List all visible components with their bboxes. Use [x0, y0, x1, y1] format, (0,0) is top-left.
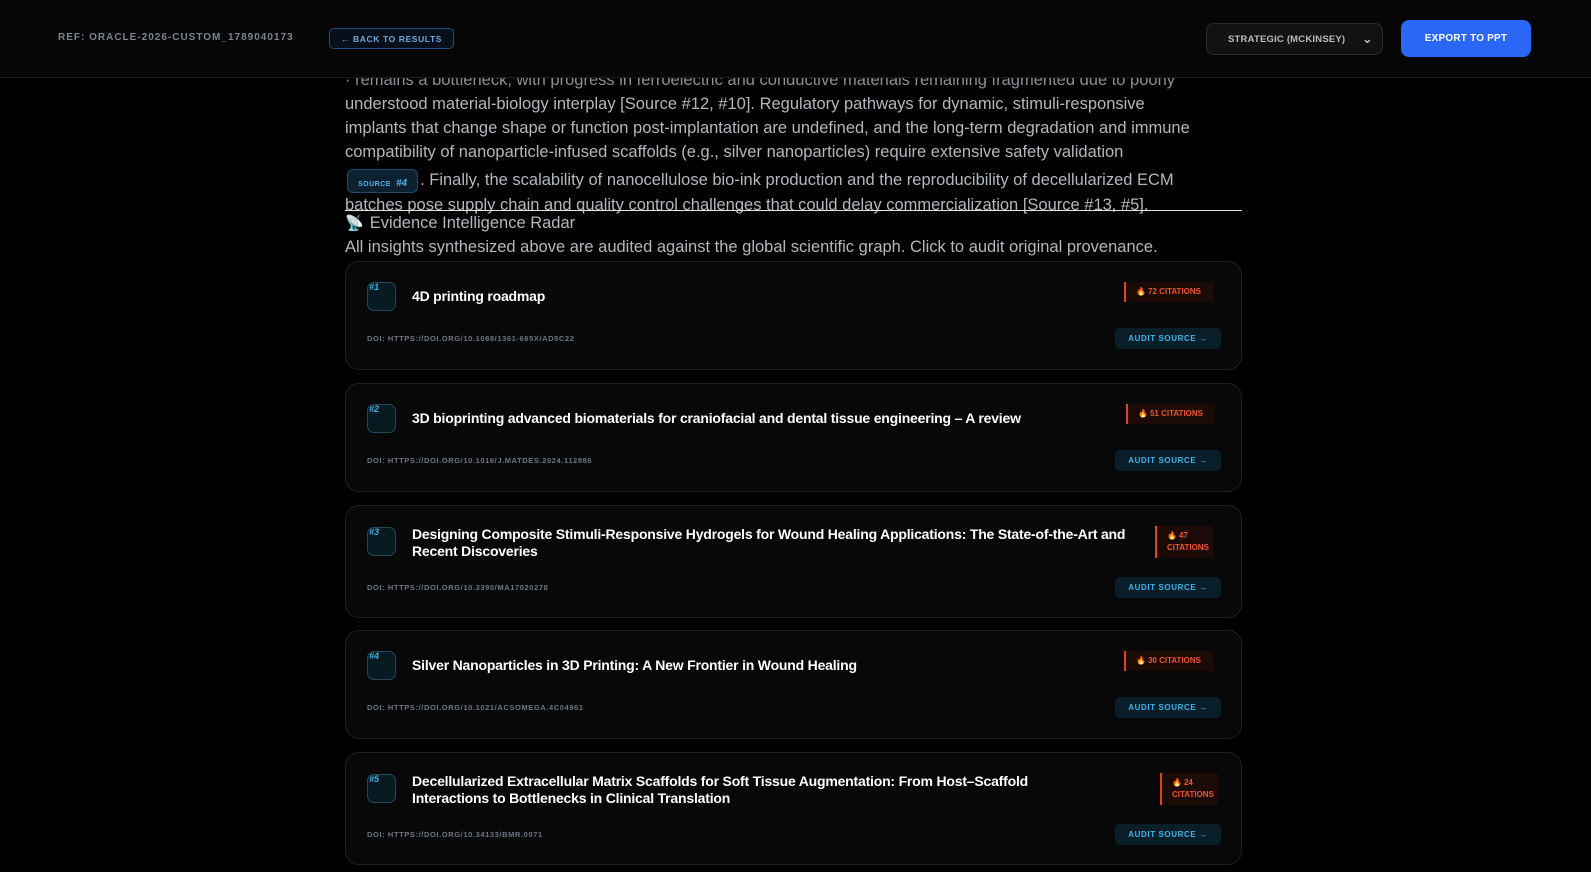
- fire-icon: 🔥: [1167, 531, 1177, 540]
- radar-subtitle: All insights synthesized above are audit…: [345, 238, 1158, 256]
- source-card[interactable]: #4 Silver Nanoparticles in 3D Printing: …: [345, 630, 1242, 739]
- report-line: compatibility of nanoparticle-infused sc…: [345, 143, 1124, 161]
- source-card[interactable]: #5 Decellularized Extracellular Matrix S…: [345, 752, 1242, 865]
- source-title: Decellularized Extracellular Matrix Scaf…: [412, 773, 1028, 806]
- source-citation-chip[interactable]: SOURCE #4: [347, 168, 419, 193]
- report-line: understood material-biology interplay [S…: [345, 95, 1145, 113]
- satellite-dish-icon: 📡: [345, 215, 364, 232]
- source-title: 4D printing roadmap: [412, 288, 546, 304]
- source-chip-number: #4: [395, 177, 408, 189]
- source-doi: DOI: HTTPS://DOI.ORG/10.34133/BMR.0071: [367, 830, 543, 839]
- citation-badge: 🔥 30 CITATIONS: [1123, 651, 1213, 671]
- report-ref-id: REF: ORACLE-2026-CUSTOM_1789040173: [58, 32, 294, 43]
- fire-icon: 🔥: [1135, 287, 1146, 296]
- source-chip-label: SOURCE: [358, 180, 391, 188]
- rank-number: #3: [369, 527, 380, 537]
- export-to-ppt-button[interactable]: EXPORT TO PPT: [1401, 20, 1531, 57]
- source-card[interactable]: #1 4D printing roadmap 🔥 72 CITATIONS DOI…: [345, 261, 1242, 370]
- source-card[interactable]: #3 Designing Composite Stimuli-Responsiv…: [345, 505, 1242, 618]
- source-card[interactable]: #2 3D bioprinting advanced biomaterials …: [345, 383, 1242, 492]
- section-divider: [345, 210, 1242, 211]
- audit-source-button[interactable]: AUDIT SOURCE →: [1115, 328, 1221, 349]
- citation-count: 51 CITATIONS: [1149, 409, 1203, 418]
- rank-badge: #4: [367, 651, 396, 680]
- rank-number: #5: [369, 774, 380, 784]
- source-doi: DOI: HTTPS://DOI.ORG/10.1016/J.MATDES.20…: [367, 456, 593, 465]
- citation-count: 72 CITATIONS: [1147, 287, 1201, 296]
- analysis-mode-select[interactable]: STRATEGIC (MCKINSEY) ⌄: [1206, 23, 1383, 55]
- rank-badge: #2: [367, 404, 396, 433]
- fire-icon: 🔥: [1135, 656, 1146, 665]
- source-doi: DOI: HTTPS://DOI.ORG/10.3390/MA17020278: [367, 583, 549, 592]
- rank-badge: #5: [367, 774, 396, 803]
- chevron-down-icon: ⌄: [1361, 31, 1373, 46]
- source-title: Designing Composite Stimuli-Responsive H…: [412, 526, 1126, 559]
- citation-badge: 🔥 24 CITATIONS: [1160, 773, 1218, 805]
- citation-count: 30 CITATIONS: [1147, 656, 1201, 665]
- analysis-mode-value: STRATEGIC (MCKINSEY): [1228, 34, 1346, 45]
- audit-source-button[interactable]: AUDIT SOURCE →: [1115, 697, 1221, 718]
- source-doi: DOI: HTTPS://DOI.ORG/10.1021/ACSOMEGA.4C…: [367, 703, 584, 712]
- audit-source-button[interactable]: AUDIT SOURCE →: [1115, 824, 1221, 845]
- rank-number: #4: [369, 651, 380, 661]
- rank-badge: #3: [367, 527, 396, 556]
- source-title: Silver Nanoparticles in 3D Printing: A N…: [412, 657, 857, 673]
- citation-badge: 🔥 47 CITATIONS: [1155, 526, 1213, 558]
- report-paragraph: · remains a bottleneck, with progress in…: [345, 68, 1242, 217]
- rank-number: #1: [369, 282, 380, 292]
- report-line: implants that change shape or function p…: [345, 119, 1190, 137]
- back-to-results-button[interactable]: ← BACK TO RESULTS: [329, 28, 455, 49]
- fire-icon: 🔥: [1172, 778, 1182, 787]
- radar-title: Evidence Intelligence Radar: [369, 214, 576, 232]
- fire-icon: 🔥: [1137, 409, 1148, 418]
- report-line: SOURCE #4 . Finally, the scalability of na…: [345, 168, 1242, 193]
- rank-badge: #1: [367, 282, 396, 311]
- audit-source-button[interactable]: AUDIT SOURCE →: [1115, 577, 1221, 598]
- audit-source-button[interactable]: AUDIT SOURCE →: [1115, 450, 1221, 471]
- rank-number: #2: [369, 404, 380, 414]
- citation-badge: 🔥 72 CITATIONS: [1123, 282, 1213, 302]
- citation-badge: 🔥 51 CITATIONS: [1125, 404, 1215, 424]
- radar-heading: 📡 Evidence Intelligence Radar: [345, 214, 575, 233]
- source-doi: DOI: HTTPS://DOI.ORG/10.1088/1361-665X/A…: [367, 334, 575, 343]
- report-line-text: . Finally, the scalability of nanocellul…: [420, 171, 1174, 189]
- source-title: 3D bioprinting advanced biomaterials for…: [412, 410, 1021, 426]
- top-bar: REF: ORACLE-2026-CUSTOM_1789040173 ← BAC…: [0, 0, 1591, 78]
